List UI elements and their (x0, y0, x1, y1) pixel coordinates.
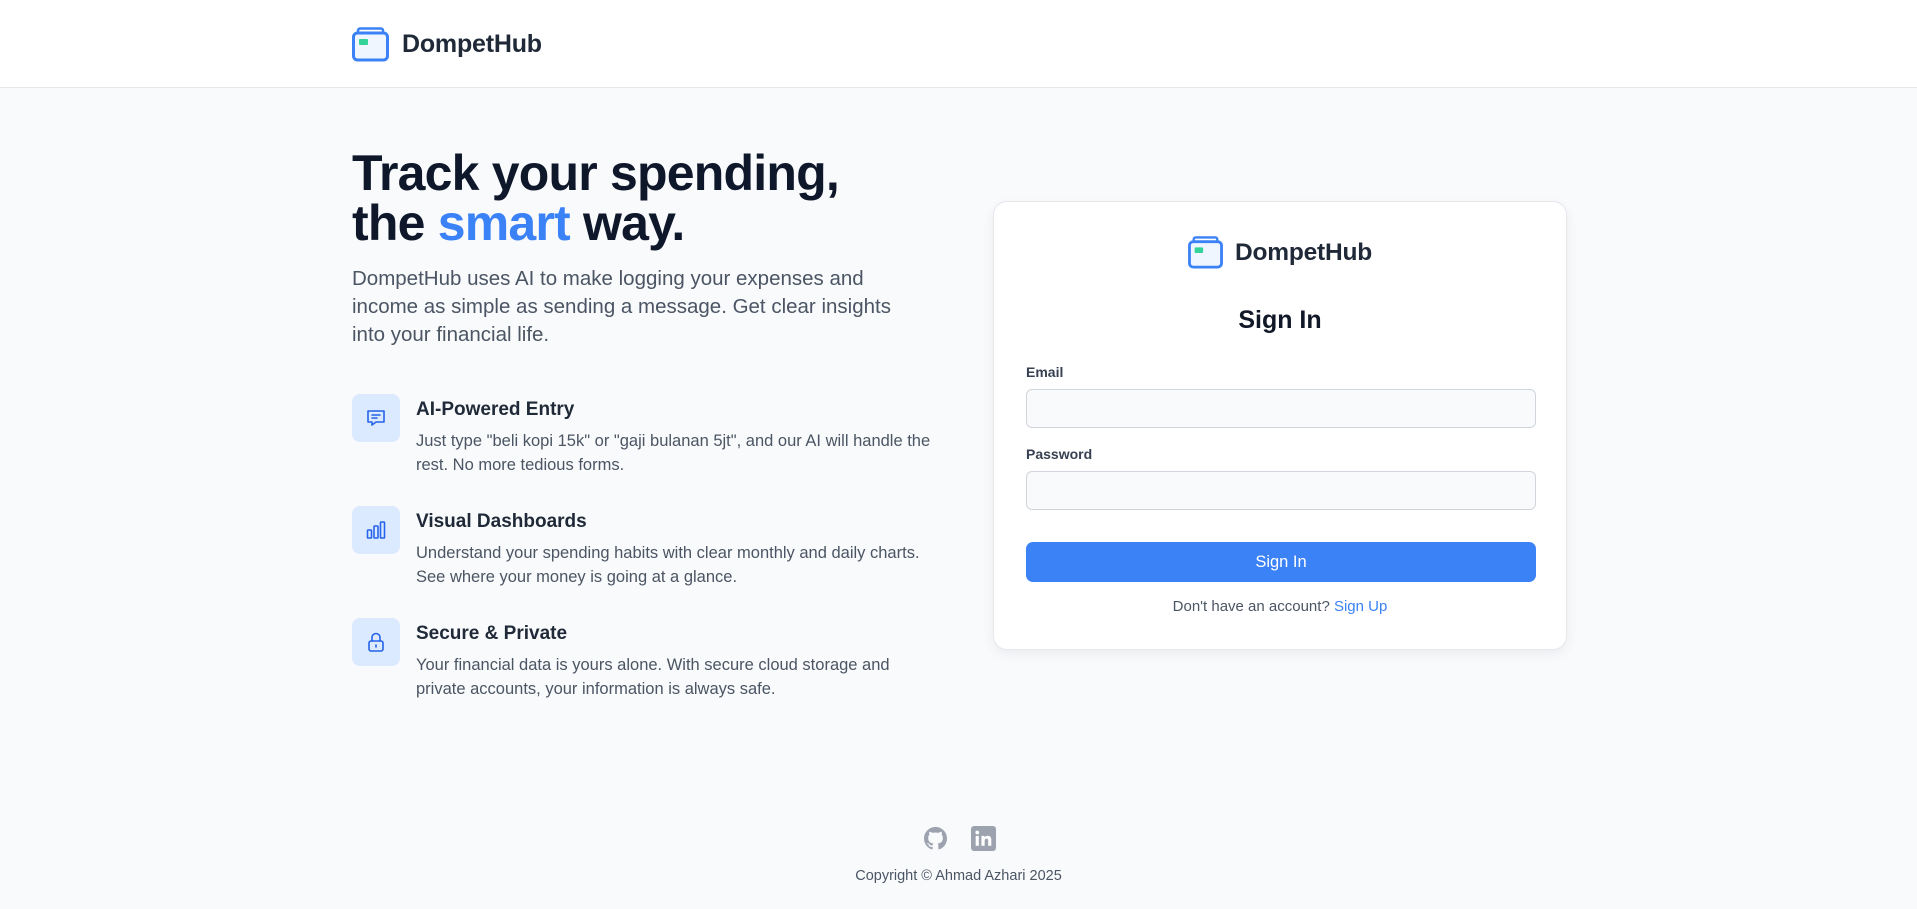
wallet-icon (352, 26, 389, 62)
feature-title: Secure & Private (416, 623, 568, 644)
copyright-text: Copyright © Ahmad Azhari 2025 (855, 868, 1062, 884)
feature-list: AI-Powered Entry Just type "beli kopi 15… (352, 394, 942, 730)
github-icon[interactable] (924, 827, 947, 850)
signup-link[interactable]: Sign Up (1334, 598, 1387, 615)
chat-icon (352, 394, 400, 442)
signin-title: Sign In (1238, 306, 1322, 334)
feature-desc: Your financial data is yours alone. With… (416, 656, 890, 698)
social-links (924, 826, 996, 851)
feature-title: AI-Powered Entry (416, 399, 575, 420)
password-label: Password (1026, 446, 1093, 462)
wallet-icon (1188, 236, 1223, 269)
feature-desc: Understand your spending habits with cle… (416, 544, 920, 586)
hero-section: Track your spending, the smart way. Domp… (352, 148, 942, 349)
card-brand-name: DompetHub (1234, 238, 1373, 266)
headline-pre: the (352, 195, 438, 251)
email-field[interactable] (1026, 389, 1536, 428)
hero-lead: DompetHub uses AI to make logging your e… (352, 267, 891, 346)
feature-desc: Just type "beli kopi 15k" or "gaji bulan… (416, 432, 931, 474)
password-field[interactable] (1026, 471, 1536, 510)
bar-chart-icon (352, 506, 400, 554)
hero-headline: Track your spending, the smart way. (352, 148, 942, 248)
header-logo[interactable]: DompetHub (352, 24, 542, 64)
feature-dashboards: Visual Dashboards Understand your spendi… (352, 506, 942, 618)
email-label: Email (1026, 364, 1064, 380)
headline-post: way. (569, 195, 685, 251)
card-logo: DompetHub (994, 236, 1566, 269)
headline-accent: smart (437, 195, 571, 251)
lock-icon (352, 618, 400, 666)
signin-button[interactable]: Sign In (1026, 542, 1536, 582)
top-navbar: DompetHub (0, 0, 1917, 88)
feature-ai-entry: AI-Powered Entry Just type "beli kopi 15… (352, 394, 942, 506)
feature-secure: Secure & Private Your financial data is … (352, 618, 942, 730)
brand-name: DompetHub (402, 29, 542, 58)
feature-title: Visual Dashboards (416, 511, 587, 532)
signup-prompt: Don't have an account? (1172, 598, 1330, 615)
linkedin-icon[interactable] (971, 826, 996, 851)
signin-card: DompetHub Sign In Email Password Sign In… (993, 201, 1567, 650)
signup-row: Don't have an account? Sign Up (994, 598, 1566, 615)
headline-line-1: Track your spending, (352, 145, 840, 201)
